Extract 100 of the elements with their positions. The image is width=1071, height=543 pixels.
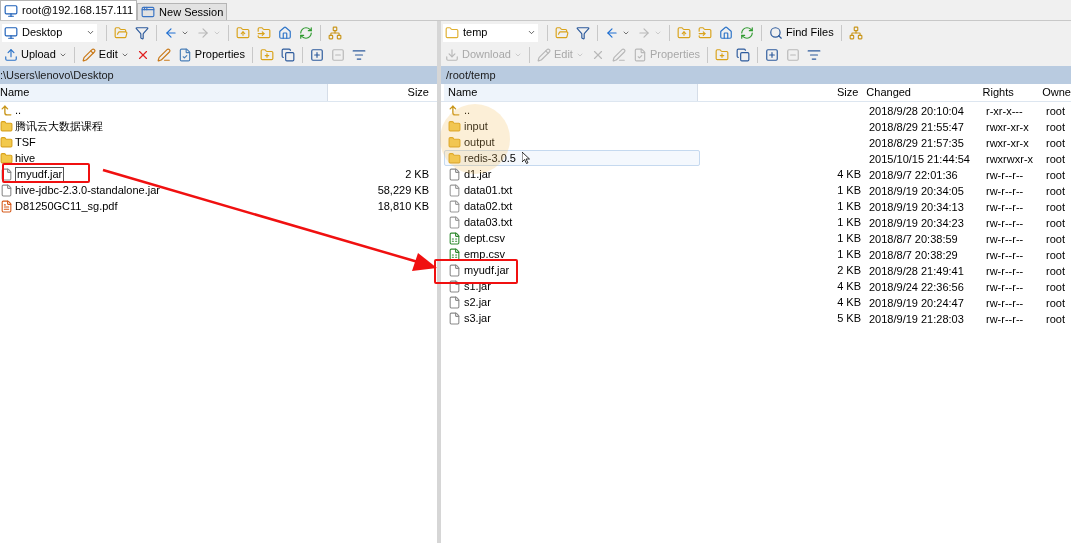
- pdf-file-icon: [0, 199, 13, 213]
- file-icon: [448, 279, 461, 293]
- file-name-cell[interactable]: input: [444, 118, 700, 134]
- forward-arrow-icon: [637, 25, 651, 40]
- file-name: data03.txt: [464, 214, 513, 230]
- filter-icon: [807, 47, 822, 62]
- permissions: rw-r--r--: [986, 217, 1024, 229]
- toolbar-button[interactable]: Edit: [79, 45, 131, 64]
- refresh-icon: [299, 25, 313, 40]
- caret-icon: [527, 28, 536, 37]
- file-name: redis-3.0.5: [464, 150, 516, 166]
- file-name: input: [464, 118, 488, 134]
- file-name-cell[interactable]: data03.txt: [444, 214, 700, 230]
- monitor-icon: [4, 3, 18, 18]
- file-name: data01.txt: [464, 182, 513, 198]
- column-header[interactable]: Rights: [978, 84, 1039, 101]
- location-dropdown[interactable]: temp: [443, 23, 538, 42]
- column-header[interactable]: Owne: [1038, 84, 1071, 101]
- column-header[interactable]: Name: [444, 84, 699, 101]
- modified-date: 2018/9/7 22:01:36: [869, 169, 958, 181]
- file-size: 2 KB: [837, 262, 861, 278]
- toolbar-button[interactable]: Properties: [175, 45, 247, 64]
- file-icon: [448, 263, 461, 277]
- file-size: 58,229 KB: [377, 182, 429, 198]
- session-tab[interactable]: root@192.168.157.111: [0, 0, 138, 20]
- file-icon: [0, 183, 13, 197]
- new-folder-icon: [259, 47, 274, 62]
- back-arrow-icon: [164, 25, 178, 40]
- session-tab[interactable]: New Session: [137, 3, 228, 20]
- file-name-cell[interactable]: dept.csv: [444, 230, 700, 246]
- location-dropdown[interactable]: Desktop: [2, 23, 97, 42]
- plus-icon: [309, 47, 324, 62]
- file-name: hive-jdbc-2.3.0-standalone.jar: [15, 182, 160, 198]
- tree-icon: [328, 25, 342, 40]
- owner: root: [1046, 105, 1065, 117]
- file-size: 1 KB: [837, 182, 861, 198]
- column-header[interactable]: Changed: [862, 84, 979, 101]
- owner: root: [1046, 121, 1065, 133]
- file-name-cell[interactable]: d1.jar: [444, 166, 700, 182]
- parent-folder-icon: [0, 103, 13, 117]
- file-name-cell[interactable]: emp.csv: [444, 246, 700, 262]
- permissions: rw-r--r--: [986, 169, 1024, 181]
- modified-date: 2018/9/28 20:10:04: [869, 105, 964, 117]
- column-header[interactable]: Size: [698, 84, 863, 101]
- folder-up-icon: [677, 25, 691, 40]
- permissions: rw-r--r--: [986, 265, 1024, 277]
- modified-date: 2018/9/19 20:34:13: [869, 201, 964, 213]
- home-icon: [719, 25, 733, 40]
- folder-icon: [0, 119, 13, 133]
- file-icon: [448, 215, 461, 229]
- folder-up-icon: [236, 25, 250, 40]
- toolbar-button[interactable]: Find Files: [767, 23, 836, 42]
- toolbar-button[interactable]: Upload: [2, 45, 69, 64]
- file-name-cell[interactable]: data01.txt: [444, 182, 700, 198]
- minus-icon: [330, 47, 345, 62]
- filter-icon: [135, 25, 149, 40]
- file-name: s3.jar: [464, 310, 491, 326]
- modified-date: 2018/9/19 20:24:47: [869, 297, 964, 309]
- filter-icon: [576, 25, 590, 40]
- owner: root: [1046, 169, 1065, 181]
- file-name-cell[interactable]: data02.txt: [444, 198, 700, 214]
- file-name: d1.jar: [464, 166, 492, 182]
- folder-icon: [448, 151, 461, 165]
- window-icon: [141, 5, 156, 19]
- modified-date: 2018/9/19 20:34:05: [869, 185, 964, 197]
- column-header[interactable]: Size: [328, 84, 432, 101]
- download-icon: [445, 47, 459, 62]
- rename-field[interactable]: myudf.jar: [15, 166, 65, 182]
- owner: root: [1046, 201, 1065, 213]
- file-name-cell[interactable]: ..: [444, 102, 700, 118]
- permissions: rw-r--r--: [986, 313, 1024, 325]
- permissions: rw-r--r--: [986, 281, 1024, 293]
- owner: root: [1046, 137, 1065, 149]
- file-name: data02.txt: [464, 198, 513, 214]
- column-header[interactable]: Name: [0, 84, 328, 101]
- folder-icon: [0, 151, 13, 165]
- folder-icon: [257, 25, 271, 40]
- modified-date: 2018/8/7 20:38:29: [869, 249, 958, 261]
- file-name-cell[interactable]: redis-3.0.5: [444, 150, 700, 166]
- file-icon: [448, 183, 461, 197]
- owner: root: [1046, 233, 1065, 245]
- file-size: 18,810 KB: [377, 198, 429, 214]
- file-name: D81250GC11_sg.pdf: [15, 198, 118, 214]
- file-name-cell[interactable]: output: [444, 134, 700, 150]
- filter-icon: [351, 47, 366, 62]
- spreadsheet-icon: [448, 231, 461, 245]
- file-size: 1 KB: [837, 230, 861, 246]
- owner: root: [1046, 297, 1065, 309]
- edit-icon: [536, 47, 551, 62]
- file-name-cell[interactable]: myudf.jar: [444, 262, 700, 278]
- file-name-cell[interactable]: s2.jar: [444, 294, 700, 310]
- path-bar: /root/temp: [441, 66, 1071, 84]
- permissions: rw-r--r--: [986, 249, 1024, 261]
- spreadsheet-icon: [448, 247, 461, 261]
- permissions: rw-r--r--: [986, 297, 1024, 309]
- properties-icon: [632, 47, 647, 62]
- modified-date: 2018/9/19 20:34:23: [869, 217, 964, 229]
- upload-icon: [4, 47, 18, 62]
- file-name-cell[interactable]: s3.jar: [444, 310, 700, 326]
- file-size: 5 KB: [837, 310, 861, 326]
